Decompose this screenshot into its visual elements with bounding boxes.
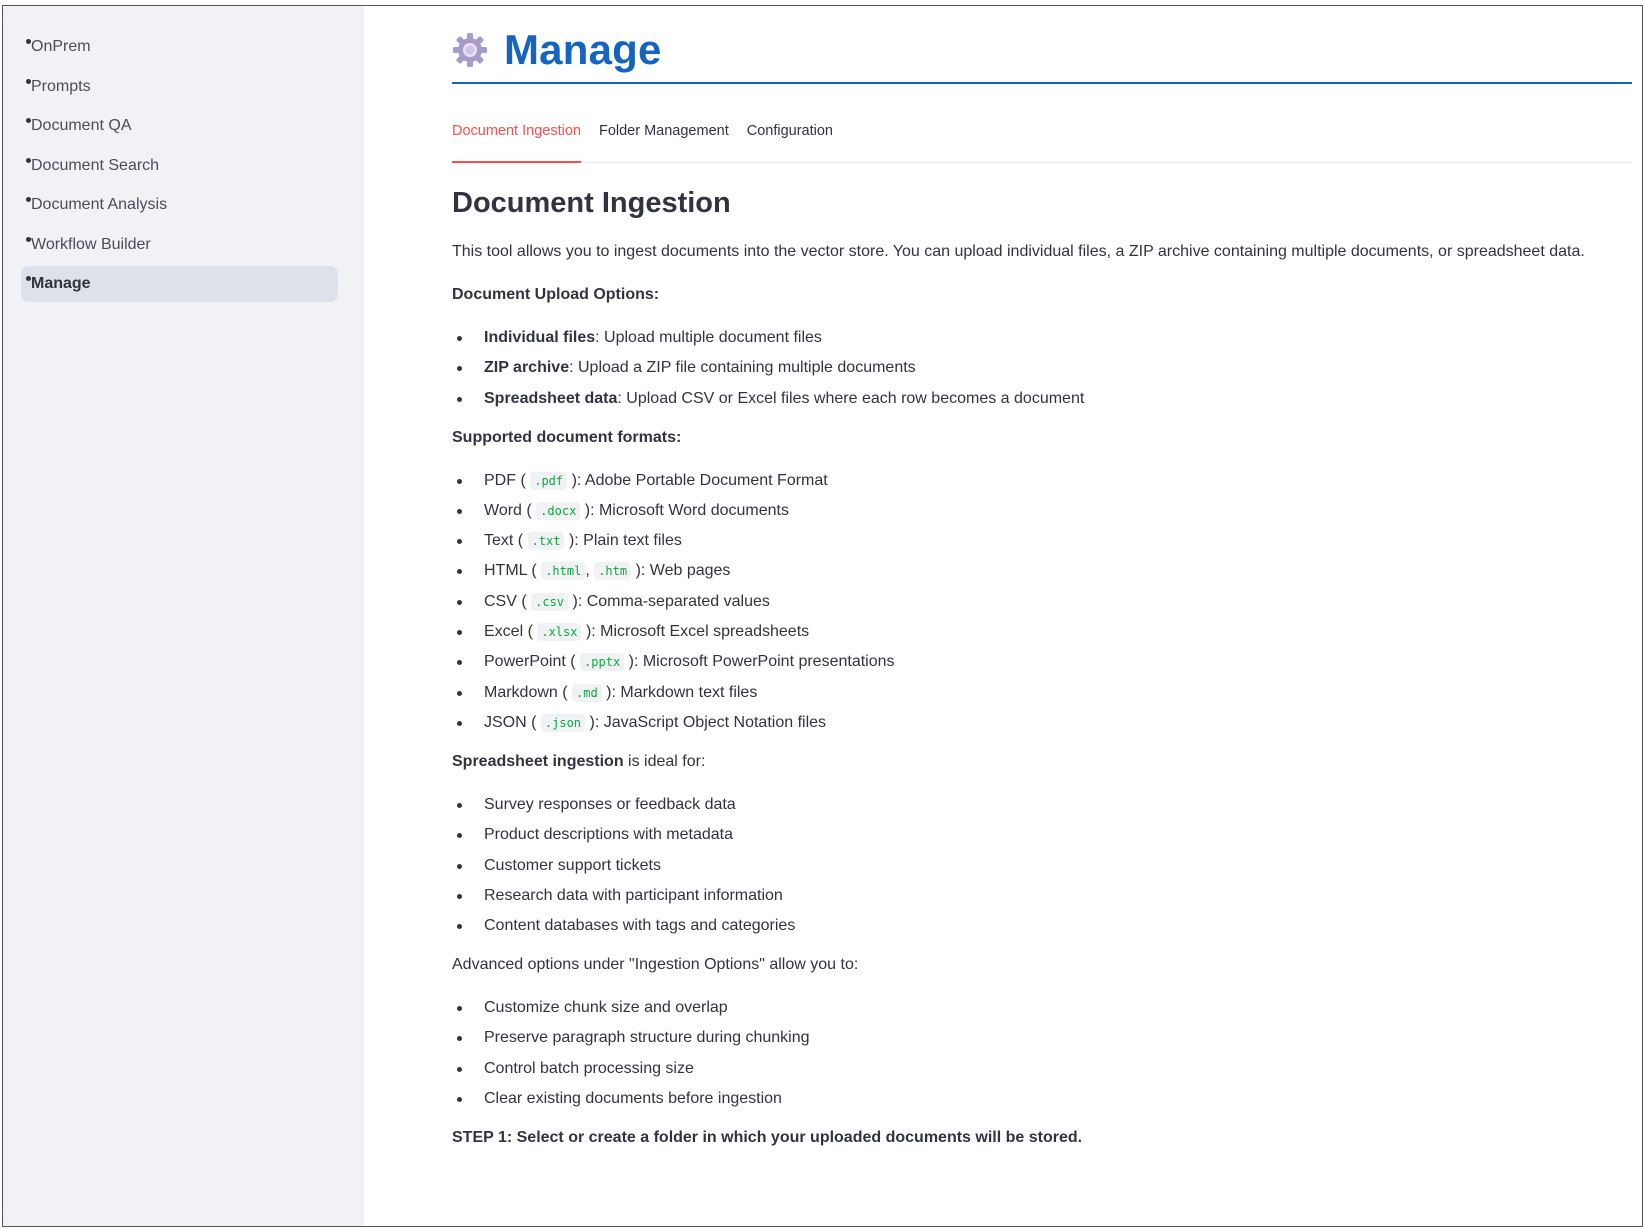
gear-icon: [453, 33, 487, 67]
spreadsheet-intro-rest: is ideal for:: [623, 752, 706, 770]
file-extension: .csv: [531, 592, 569, 611]
file-extension: .html: [541, 562, 586, 581]
list-item: Content databases with tags and categori…: [452, 914, 1632, 938]
list-item: PDF ( .pdf ): Adobe Portable Document Fo…: [452, 469, 1632, 493]
option-name: Spreadsheet data: [484, 389, 618, 407]
list-item: HTML ( .html, .htm ): Web pages: [452, 559, 1632, 583]
app-window: OnPrem Prompts Document QA Document Sear…: [2, 5, 1643, 1227]
intro-text: This tool allows you to ingest documents…: [452, 243, 1585, 260]
format-desc: ): Microsoft Excel spreadsheets: [585, 623, 810, 641]
format-desc: ): Plain text files: [568, 532, 682, 550]
list-item: Excel ( .xlsx ): Microsoft Excel spreads…: [452, 620, 1632, 644]
list-item: Spreadsheet data: Upload CSV or Excel fi…: [452, 387, 1632, 411]
format-desc: ): Comma-separated values: [572, 592, 770, 610]
format-name: Excel (: [484, 623, 533, 641]
list-item: Control batch processing size: [452, 1057, 1632, 1081]
sidebar-item-manage[interactable]: Manage: [21, 266, 338, 302]
format-name: Markdown (: [484, 683, 568, 701]
sidebar-item-workflow-builder[interactable]: Workflow Builder: [21, 227, 338, 263]
spreadsheet-intro: Spreadsheet ingestion is ideal for:: [452, 750, 1632, 774]
file-extension: .htm: [594, 562, 632, 581]
list-item: Survey responses or feedback data: [452, 793, 1632, 817]
sidebar-nav: OnPrem Prompts Document QA Document Sear…: [3, 6, 364, 302]
option-desc: : Upload multiple document files: [595, 329, 822, 346]
format-desc: ): Microsoft PowerPoint presentations: [628, 653, 895, 671]
sidebar-item-prompts[interactable]: Prompts: [21, 69, 338, 105]
formats-heading: Supported document formats:: [452, 428, 682, 446]
format-desc: ): JavaScript Object Notation files: [589, 713, 827, 731]
format-name: PowerPoint (: [484, 653, 576, 671]
file-extension: .txt: [527, 532, 565, 551]
list-item: Word ( .docx ): Microsoft Word documents: [452, 499, 1632, 523]
list-item: Markdown ( .md ): Markdown text files: [452, 681, 1632, 705]
list-item: ZIP archive: Upload a ZIP file containin…: [452, 356, 1632, 380]
spreadsheet-label: Spreadsheet ingestion: [452, 752, 624, 770]
tab-folder-management[interactable]: Folder Management: [599, 116, 729, 163]
file-extension: .md: [572, 683, 602, 702]
file-extension: .json: [540, 713, 586, 732]
sidebar-item-document-analysis[interactable]: Document Analysis: [21, 187, 338, 223]
title-divider: [452, 82, 1632, 84]
list-item: Customer support tickets: [452, 854, 1632, 878]
tab-configuration[interactable]: Configuration: [747, 116, 833, 163]
list-item: Product descriptions with metadata: [452, 823, 1632, 847]
file-extension: .docx: [536, 501, 581, 520]
sidebar-item-onprem[interactable]: OnPrem: [21, 29, 338, 65]
list-item: Individual files: Upload multiple docume…: [452, 326, 1632, 350]
main-content: Manage Document Ingestion Folder Managem…: [452, 6, 1632, 1226]
sidebar-item-document-search[interactable]: Document Search: [21, 148, 338, 184]
format-name: PDF (: [484, 471, 526, 489]
spreadsheet-uses-list: Survey responses or feedback data Produc…: [452, 793, 1632, 938]
advanced-options-list: Customize chunk size and overlap Preserv…: [452, 996, 1632, 1111]
sidebar: OnPrem Prompts Document QA Document Sear…: [3, 6, 364, 1226]
option-name: ZIP archive: [484, 359, 570, 377]
format-name: HTML (: [484, 562, 537, 580]
file-extension: .xlsx: [537, 623, 582, 642]
format-desc: ): Markdown text files: [606, 683, 758, 701]
sidebar-item-document-qa[interactable]: Document QA: [21, 108, 338, 144]
step1-instruction: STEP 1: Select or create a folder in whi…: [452, 1129, 1083, 1147]
list-item: JSON ( .json ): JavaScript Object Notati…: [452, 711, 1632, 735]
option-desc: : Upload a ZIP file containing multiple …: [569, 359, 916, 377]
formats-list: PDF ( .pdf ): Adobe Portable Document Fo…: [452, 469, 1632, 735]
format-desc: ): Adobe Portable Document Format: [571, 471, 828, 489]
option-desc: : Upload CSV or Excel files where each r…: [617, 389, 1085, 407]
upload-options-heading: Document Upload Options:: [452, 286, 660, 303]
list-item: Research data with participant informati…: [452, 884, 1632, 908]
list-item: Text ( .txt ): Plain text files: [452, 529, 1632, 553]
tab-panel-document-ingestion: Document Ingestion This tool allows you …: [452, 184, 1632, 1169]
tab-bar: Document Ingestion Folder Management Con…: [452, 116, 1632, 163]
file-extension: .pdf: [530, 471, 568, 490]
page-header: Manage: [452, 20, 662, 80]
format-desc: ): Microsoft Word documents: [584, 501, 789, 519]
list-item: CSV ( .csv ): Comma-separated values: [452, 590, 1632, 614]
format-name: Word (: [484, 501, 532, 519]
section-heading: Document Ingestion: [452, 187, 731, 219]
advanced-options-intro: Advanced options under "Ingestion Option…: [452, 956, 859, 974]
format-desc: ): Web pages: [635, 562, 731, 580]
format-name: JSON (: [484, 713, 537, 731]
page-title: Manage: [504, 26, 662, 73]
upload-options-list: Individual files: Upload multiple docume…: [452, 326, 1632, 411]
option-name: Individual files: [484, 329, 596, 346]
format-name: Text (: [484, 532, 524, 550]
list-item: PowerPoint ( .pptx ): Microsoft PowerPoi…: [452, 650, 1632, 674]
format-name: CSV (: [484, 592, 527, 610]
list-item: Customize chunk size and overlap: [452, 996, 1632, 1020]
list-item: Clear existing documents before ingestio…: [452, 1087, 1632, 1111]
tab-document-ingestion[interactable]: Document Ingestion: [452, 116, 581, 163]
file-extension: .pptx: [580, 653, 625, 672]
list-item: Preserve paragraph structure during chun…: [452, 1026, 1632, 1050]
